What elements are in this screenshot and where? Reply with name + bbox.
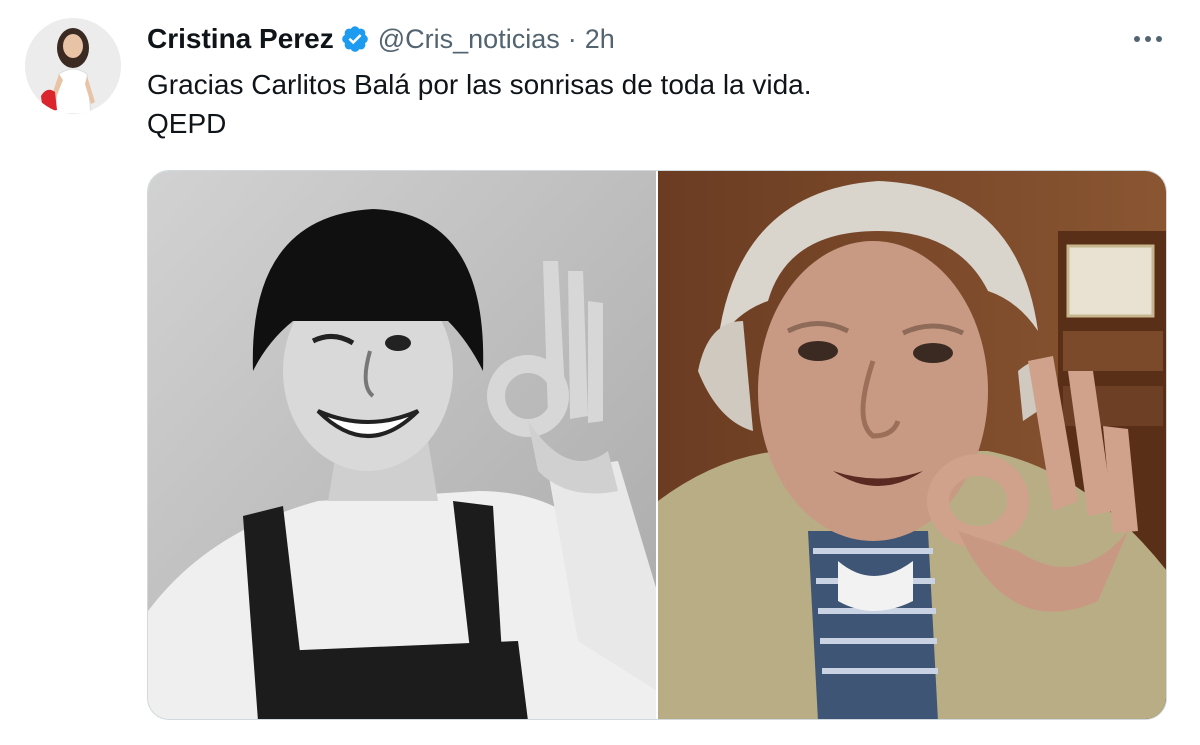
tweet-text-line: Gracias Carlitos Balá por las sonrisas d… (147, 69, 812, 100)
media-photo-right[interactable] (658, 171, 1166, 719)
more-horizontal-icon[interactable] (1128, 22, 1168, 56)
author-display-name[interactable]: Cristina Perez (147, 23, 334, 55)
header-separator: · (567, 23, 577, 54)
author-handle[interactable]: @Cris_noticias (378, 24, 560, 55)
media-photo-left[interactable] (148, 171, 656, 719)
tweet-media-grid (147, 170, 1167, 720)
tweet-text-line: QEPD (147, 108, 227, 139)
tweet: Cristina Perez @Cris_noticias · 2h Graci… (0, 0, 1200, 745)
tweet-header: Cristina Perez @Cris_noticias · 2h (147, 19, 615, 59)
tweet-timestamp[interactable]: 2h (585, 24, 615, 55)
author-avatar[interactable] (25, 18, 121, 114)
verified-badge-icon (340, 24, 370, 54)
tweet-text: Gracias Carlitos Balá por las sonrisas d… (147, 65, 812, 143)
